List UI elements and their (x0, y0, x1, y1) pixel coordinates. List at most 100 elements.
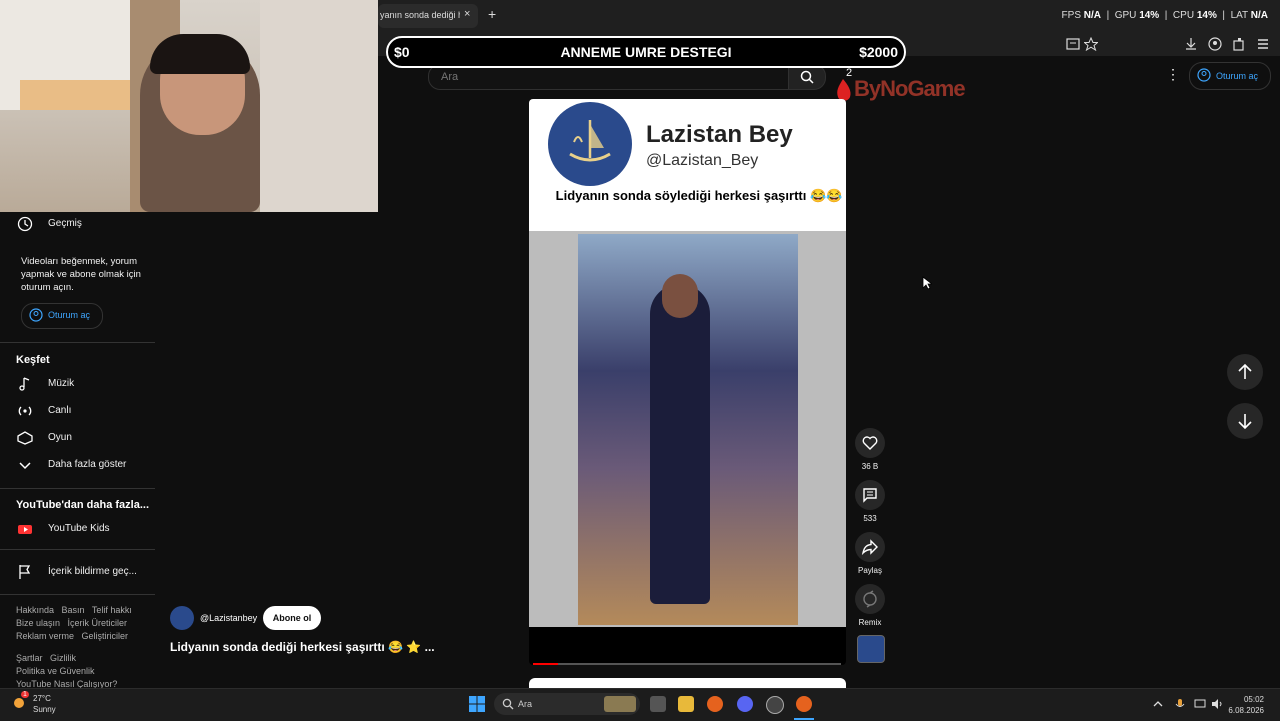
donation-title: ANNEME UMRE DESTEGI (560, 44, 732, 60)
footer-link-contact[interactable]: Bize ulaşın (16, 618, 60, 628)
volume-icon[interactable] (1211, 698, 1223, 710)
remix-action[interactable]: Remix (855, 584, 885, 627)
browser-tab[interactable]: yanın sonda dediği herkes şaşırttı × (378, 4, 478, 28)
footer-link-developers[interactable]: Geliştiriciler (82, 631, 129, 641)
tab-title: yanın sonda dediği herkes şaşırttı (380, 10, 460, 20)
discord-icon[interactable] (737, 696, 753, 712)
footer-link-how-youtube-works[interactable]: YouTube Nasıl Çalışıyor? (16, 679, 117, 688)
comment-action[interactable]: 533 (855, 480, 885, 523)
user-circle-icon (1197, 68, 1211, 82)
footer-link-copyright[interactable]: Telif hakkı (92, 605, 132, 615)
windows-start-icon[interactable] (469, 696, 485, 712)
sidebar-item-live[interactable]: Canlı (16, 402, 151, 422)
steam-icon[interactable] (766, 696, 784, 714)
weather-desc: Sunny (33, 705, 56, 714)
more-from-youtube-heading: YouTube'dan daha fazla... (16, 499, 149, 511)
footer-row-1: Hakkında Basın Telif hakkı (16, 605, 132, 615)
extensions-icon[interactable] (1232, 37, 1246, 51)
sidebar-item-gaming[interactable]: Oyun (16, 429, 151, 449)
chevron-up-icon[interactable] (1153, 699, 1163, 709)
sidebar-item-music[interactable]: Müzik (16, 375, 151, 395)
comment-count: 533 (863, 514, 877, 523)
previous-short-button[interactable] (1227, 354, 1263, 390)
remix-icon (863, 590, 877, 608)
gaming-label: Oyun (48, 432, 72, 443)
youtube-kids-label: YouTube Kids (48, 523, 110, 534)
next-short-button[interactable] (1227, 403, 1263, 439)
next-short-preview[interactable] (529, 678, 846, 688)
video-header-card: Lazistan Bey @Lazistan_Bey (529, 99, 846, 231)
more-options-icon[interactable]: ⋮ (1166, 66, 1180, 83)
youtube-kids-icon (18, 525, 32, 534)
like-button[interactable] (855, 428, 885, 458)
bookmark-star-icon[interactable] (1084, 37, 1098, 51)
taskbar-search[interactable]: Ara (494, 693, 640, 715)
footer-link-policy[interactable]: Politika ve Güvenlik (16, 666, 95, 676)
video-caption: Lidyanın sonda söylediği herkesi şaşırtt… (555, 188, 843, 203)
footer-link-terms[interactable]: Şartlar (16, 653, 43, 663)
sidebar-item-show-more[interactable]: Daha fazla göster (16, 456, 151, 476)
sidebar-item-report-history[interactable]: İçerik bildirme geç... (16, 563, 151, 583)
tab-close-icon[interactable]: × (464, 8, 470, 20)
share-icon (861, 539, 878, 556)
fps-label: FPS (1061, 10, 1081, 21)
comment-button[interactable] (855, 480, 885, 510)
footer-link-advertise[interactable]: Reklam verme (16, 631, 74, 641)
task-view-icon[interactable] (650, 696, 666, 712)
footer-link-privacy[interactable]: Gizlilik (50, 653, 76, 663)
account-icon[interactable] (1208, 37, 1222, 51)
sidebar-item-history[interactable]: Geçmiş (16, 215, 151, 235)
arrow-up-icon (1238, 363, 1252, 379)
divider (0, 549, 155, 550)
sidebar-signin-button[interactable]: Oturum aç (21, 303, 103, 329)
gpu-value: 14% (1139, 10, 1160, 21)
clock[interactable]: 05:02 6.08.2026 (1228, 694, 1264, 716)
streamer-hair (150, 34, 250, 74)
menu-icon[interactable] (1256, 37, 1270, 51)
remix-button[interactable] (855, 584, 885, 614)
new-tab-button[interactable]: + (488, 6, 496, 22)
search-input[interactable] (439, 68, 773, 86)
sound-thumbnail[interactable] (857, 635, 885, 663)
share-action[interactable]: Paylaş (855, 532, 885, 575)
channel-avatar[interactable] (170, 606, 194, 630)
webcam-overlay (0, 0, 378, 212)
video-title[interactable]: Lidyanın sonda dediği herkesi şaşırttı 😂… (170, 640, 435, 654)
taskbar: 1 27°C Sunny Ara 05:02 6.08.2026 (0, 688, 1280, 721)
channel-handle[interactable]: @Lazistanbey (200, 613, 257, 623)
firefox-active-icon[interactable] (796, 696, 812, 712)
reader-icon[interactable] (1066, 37, 1080, 51)
download-icon[interactable] (1184, 37, 1198, 51)
footer-link-press[interactable]: Basın (62, 605, 85, 615)
video-progress-track[interactable] (533, 663, 841, 665)
performer-figure (650, 284, 710, 604)
history-icon (17, 216, 33, 232)
clock-time: 05:02 (1243, 695, 1264, 704)
footer-row-3: Reklam verme Geliştiriciler (16, 631, 128, 641)
sidebar-item-youtube-kids[interactable]: YouTube Kids (16, 520, 151, 540)
comment-icon (863, 488, 877, 503)
subscribe-button[interactable]: Abone ol (263, 606, 321, 630)
share-button[interactable] (855, 532, 885, 562)
short-video-player[interactable]: Lazistan Bey @Lazistan_Bey Lidyanın sond… (529, 99, 846, 665)
divider (0, 488, 155, 489)
search-icon (800, 70, 814, 84)
firefox-icon[interactable] (707, 696, 723, 712)
report-history-label: İçerik bildirme geç... (48, 566, 137, 577)
microphone-icon[interactable] (1174, 698, 1186, 710)
video-progress-fill (533, 663, 558, 665)
like-action[interactable]: 36 B (855, 428, 885, 471)
explore-heading: Keşfet (16, 354, 50, 366)
footer-link-creators[interactable]: İçerik Üreticiler (68, 618, 128, 628)
divider (0, 594, 155, 595)
heart-icon (862, 436, 878, 450)
sidebar: Geçmiş Videoları beğenmek, yorum yapmak … (0, 212, 155, 688)
network-icon[interactable] (1194, 698, 1206, 710)
signin-button[interactable]: Oturum aç (1189, 62, 1271, 90)
sun-icon (14, 698, 24, 708)
history-label: Geçmiş (48, 218, 82, 229)
footer-link-about[interactable]: Hakkında (16, 605, 54, 615)
ship-emblem-icon (569, 120, 611, 162)
gpu-label: GPU (1114, 10, 1137, 21)
file-explorer-icon[interactable] (678, 696, 694, 712)
